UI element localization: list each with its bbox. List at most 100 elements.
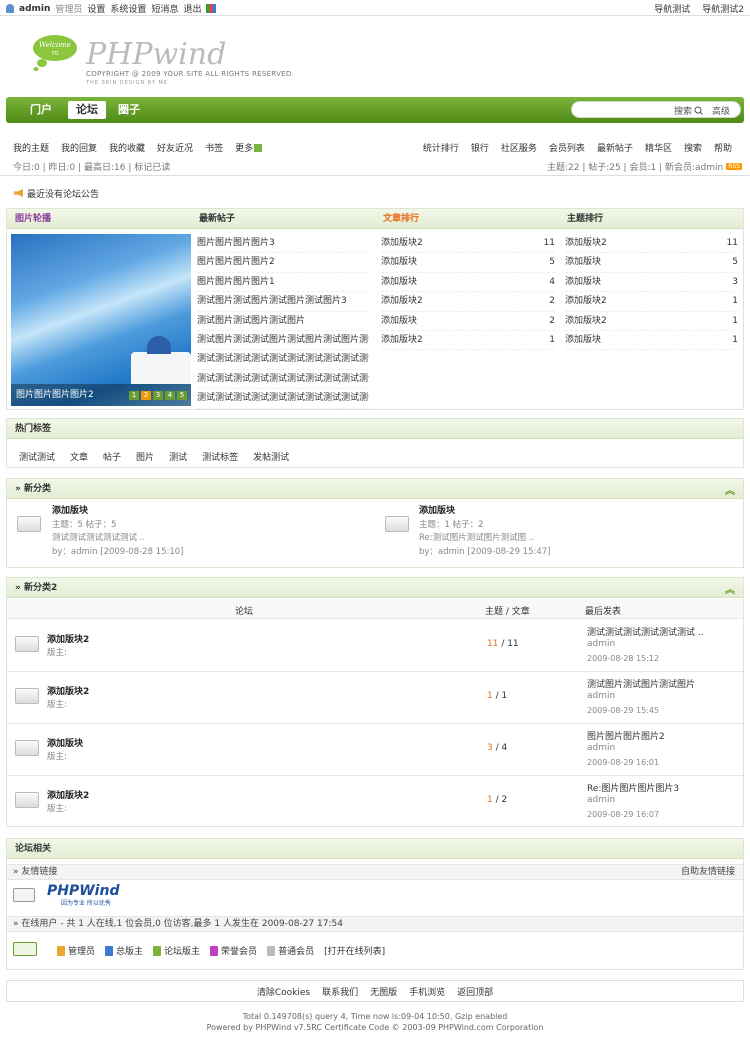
tag-link[interactable]: 帖子 — [103, 450, 121, 463]
last-post-user[interactable]: admin — [587, 639, 615, 649]
contact-link[interactable]: 联系我们 — [322, 985, 358, 998]
messages-link[interactable]: 短消息 — [151, 2, 178, 15]
tag-link[interactable]: 测试 — [169, 450, 187, 463]
last-post-link[interactable]: 测试测试测试测试测试 .. — [52, 532, 184, 546]
last-post-user[interactable]: admin — [587, 795, 615, 805]
list-item[interactable]: 图片图片图片图片1 — [197, 273, 369, 293]
advanced-search-link[interactable]: 高级 — [712, 104, 730, 117]
slide-dot[interactable]: 3 — [153, 391, 163, 400]
slide-dot[interactable]: 1 — [129, 391, 139, 400]
last-post-link[interactable]: 测试测试测试测试测试测试 .. — [587, 625, 704, 638]
slide-dot[interactable]: 4 — [165, 391, 175, 400]
latest-posts-link[interactable]: 最新帖子 — [597, 141, 633, 154]
rank-count: 5 — [732, 257, 738, 268]
forum-name-link[interactable]: 添加版块2 — [47, 684, 89, 697]
forum-name-link[interactable]: 添加版块2 — [47, 632, 89, 645]
collapse-icon[interactable]: ︽ — [725, 482, 735, 502]
bookmarks-link[interactable]: 书签 — [205, 141, 223, 154]
last-post-user[interactable]: admin — [587, 743, 615, 753]
forum-name-link[interactable]: 添加版块 — [47, 736, 83, 749]
list-item[interactable]: 测试图片测试图片测试图片 — [197, 312, 369, 331]
list-item[interactable]: 测试测试测试测试测试测试测试测试测试测试测试测 — [197, 350, 369, 370]
gift-icon[interactable] — [206, 4, 217, 13]
main-nav: 门户 论坛 圈子 搜索 高级 — [6, 97, 744, 123]
list-item[interactable]: 测试测试测试测试测试测试测试测试测试测试测试测 — [197, 389, 369, 409]
more-link[interactable]: 更多 — [235, 141, 263, 154]
list-item[interactable]: 测试图片测试测试图片测试图片测试图片测试图 — [197, 331, 369, 351]
search-box[interactable]: 搜索 高级 — [571, 101, 741, 118]
list-item[interactable]: 图片图片图片图片2 — [197, 253, 369, 273]
tag-link[interactable]: 测试标签 — [202, 450, 238, 463]
category-header[interactable]: » 新分类2 ︽ — [7, 578, 743, 598]
tag-link[interactable]: 发帖测试 — [253, 450, 289, 463]
welcome-bubble-logo[interactable]: Welcome TO — [32, 33, 78, 71]
list-item[interactable]: 添加版块2 2 — [381, 292, 555, 312]
list-item[interactable]: 添加版块 5 — [381, 253, 555, 273]
my-replies-link[interactable]: 我的回复 — [61, 141, 97, 154]
list-item[interactable]: 添加版块2 11 — [381, 234, 555, 254]
digest-link[interactable]: 精华区 — [645, 141, 672, 154]
bank-link[interactable]: 银行 — [471, 141, 489, 154]
last-post-user[interactable]: admin — [587, 691, 615, 701]
forum-name-link[interactable]: 添加版块2 — [47, 788, 89, 801]
list-item[interactable]: 测试测试测试测试测试测试测试测试测试测试测试测 — [197, 370, 369, 390]
stats-link[interactable]: 统计排行 — [423, 141, 459, 154]
tag-link[interactable]: 图片 — [136, 450, 154, 463]
no-image-link[interactable]: 无图版 — [370, 985, 397, 998]
list-item[interactable]: 添加版块2 1 — [565, 292, 738, 312]
search-link[interactable]: 搜索 — [684, 141, 702, 154]
phpwind-logo-link[interactable]: PHPWind 因为专业 所以优秀 — [47, 884, 119, 907]
slide-dot-active[interactable]: 2 — [141, 391, 151, 400]
logout-link[interactable]: 退出 — [183, 2, 201, 15]
community-link[interactable]: 社区服务 — [501, 141, 537, 154]
tab-portal[interactable]: 门户 — [22, 101, 60, 119]
open-online-list-link[interactable]: [打开在线列表] — [324, 944, 385, 957]
rank-count: 2 — [549, 315, 555, 326]
forum-name-link[interactable]: 添加版块 — [52, 505, 184, 519]
rss-icon[interactable]: RSS — [726, 163, 742, 170]
search-button[interactable]: 搜索 — [674, 104, 703, 117]
mobile-link[interactable]: 手机浏览 — [409, 985, 445, 998]
last-post-link[interactable]: 测试图片测试图片测试图片 — [587, 677, 695, 690]
tag-link[interactable]: 测试测试 — [19, 450, 55, 463]
members-link[interactable]: 会员列表 — [549, 141, 585, 154]
list-item[interactable]: 添加版块2 1 — [565, 312, 738, 331]
slide-dot[interactable]: 5 — [177, 391, 187, 400]
system-settings-link[interactable]: 系统设置 — [110, 2, 146, 15]
friends-status-link[interactable]: 好友近况 — [157, 141, 193, 154]
settings-link[interactable]: 设置 — [87, 2, 105, 15]
self-link-button[interactable]: 自助友情链接 — [681, 865, 735, 880]
tab-circle[interactable]: 圈子 — [110, 101, 148, 119]
slideshow[interactable]: 图片图片图片图片2 1 2 3 4 5 — [11, 234, 191, 406]
last-post-link[interactable]: Re:测试图片测试图片测试图 .. — [419, 532, 551, 546]
rank-count: 11 — [543, 238, 555, 248]
last-post-link[interactable]: 图片图片图片图片2 — [587, 729, 665, 742]
list-item[interactable]: 添加版块2 11 — [565, 234, 738, 254]
forum-name-link[interactable]: 添加版块 — [419, 505, 551, 519]
username-link[interactable]: admin — [19, 4, 50, 14]
list-item[interactable]: 添加版块 5 — [565, 253, 738, 273]
tag-link[interactable]: 文章 — [70, 450, 88, 463]
category-title: » 新分类2 — [15, 583, 58, 593]
list-item[interactable]: 添加版块 2 — [381, 312, 555, 331]
back-to-top-link[interactable]: 返回顶部 — [457, 985, 493, 998]
help-link[interactable]: 帮助 — [714, 141, 732, 154]
list-item[interactable]: 添加版块 3 — [565, 273, 738, 293]
my-topics-link[interactable]: 我的主题 — [13, 141, 49, 154]
my-favorites-link[interactable]: 我的收藏 — [109, 141, 145, 154]
nav-test2-link[interactable]: 导航测试2 — [702, 2, 744, 15]
list-item[interactable]: 测试图片测试图片测试图片测试图片3 — [197, 292, 369, 312]
last-post-time: 2009-08-29 16:01 — [587, 758, 660, 767]
list-item[interactable]: 添加版块2 1 — [381, 331, 555, 351]
forum-icon — [17, 516, 41, 532]
admin-link[interactable]: 管理员 — [55, 2, 82, 15]
tab-forum[interactable]: 论坛 — [68, 101, 106, 119]
last-post-link[interactable]: Re:图片图片图片图片3 — [587, 781, 679, 794]
nav-test-link[interactable]: 导航测试 — [654, 2, 690, 15]
category-header[interactable]: » 新分类 ︽ — [7, 479, 743, 499]
collapse-icon[interactable]: ︽ — [725, 581, 735, 601]
list-item[interactable]: 添加版块 4 — [381, 273, 555, 293]
list-item[interactable]: 图片图片图片图片3 — [197, 234, 369, 254]
clear-cookies-link[interactable]: 清除Cookies — [257, 985, 310, 998]
list-item[interactable]: 添加版块 1 — [565, 331, 738, 351]
